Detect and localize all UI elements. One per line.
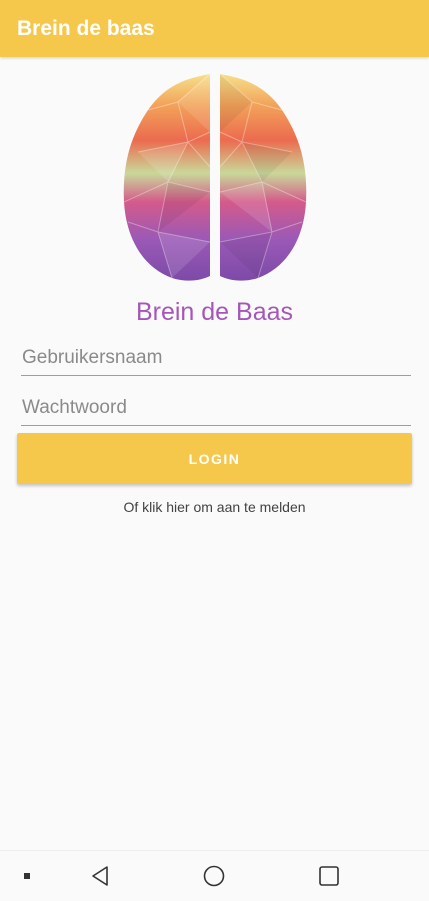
overview-icon[interactable] bbox=[314, 851, 344, 901]
app-title: Brein de baas bbox=[17, 16, 155, 40]
password-field[interactable] bbox=[21, 391, 411, 426]
home-icon[interactable] bbox=[199, 851, 229, 901]
brand-name: Brein de Baas bbox=[135, 298, 294, 326]
recents-dot-icon[interactable] bbox=[12, 851, 42, 901]
app-bar: Brein de baas bbox=[0, 0, 429, 57]
username-field[interactable] bbox=[21, 341, 411, 376]
register-link[interactable]: Of klik hier om aan te melden bbox=[0, 499, 429, 515]
back-icon[interactable] bbox=[85, 851, 115, 901]
brain-logo bbox=[123, 73, 307, 281]
login-button[interactable]: LOGIN bbox=[17, 433, 412, 484]
system-nav-bar bbox=[0, 850, 429, 901]
